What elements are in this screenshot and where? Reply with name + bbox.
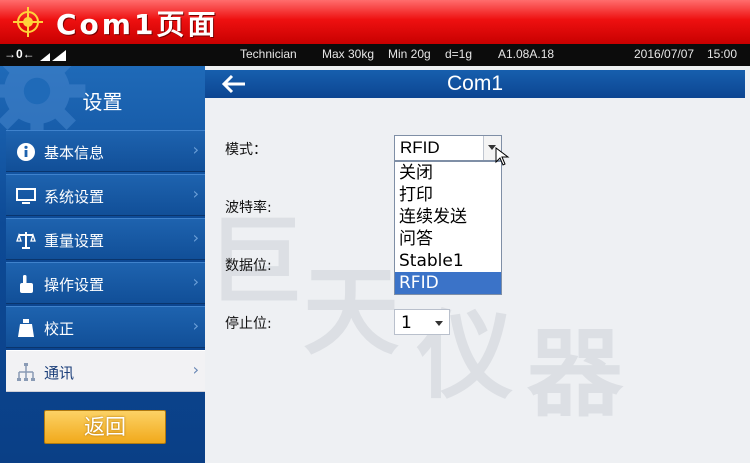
status-division: d=1g (445, 47, 473, 61)
sidebar-item-label: 重量设置 (44, 232, 105, 250)
sidebar-item-label: 通讯 (44, 364, 75, 382)
status-role: Technician (240, 47, 297, 61)
sidebar-item-calibration[interactable]: 校正 › (6, 306, 205, 348)
mode-select-value: RFID (400, 138, 440, 157)
banner-title: Com1页面 (56, 8, 219, 41)
sidebar-item-operation-settings[interactable]: 操作设置 › (6, 262, 205, 304)
stable-indicator-icon (40, 50, 66, 61)
sidebar-title: 设置 (82, 90, 123, 114)
baud-rate-label: 波特率: (225, 200, 272, 216)
watermark-char: 器 (527, 318, 623, 430)
status-date: 2016/07/07 (634, 47, 695, 61)
sidebar-item-label: 操作设置 (44, 276, 105, 294)
sidebar-item-label: 校正 (44, 320, 75, 338)
dropdown-option-stable1[interactable]: Stable1 (395, 250, 501, 272)
chevron-right-icon: › (192, 184, 199, 203)
stop-bits-value: 1 (401, 313, 412, 333)
monitor-icon (16, 188, 36, 204)
sidebar: 设置 基本信息 › 系统设置 › 重量设置 › 操作设置 › 校正 › 通讯 ›… (0, 66, 205, 463)
dropdown-option-off[interactable]: 关闭 (395, 162, 501, 184)
chevron-right-icon: › (192, 360, 199, 379)
status-time: 15:00 (707, 47, 738, 61)
crosshair-target-icon (13, 7, 43, 37)
sidebar-item-label: 系统设置 (44, 188, 105, 206)
sidebar-item-weight-settings[interactable]: 重量设置 › (6, 218, 205, 260)
chevron-right-icon: › (192, 228, 199, 247)
sidebar-item-system-settings[interactable]: 系统设置 › (6, 174, 205, 216)
chevron-down-icon (435, 321, 443, 326)
watermark-char: 仪 (417, 300, 513, 412)
dropdown-option-rfid[interactable]: RFID (395, 272, 501, 294)
status-version: A1.08A.18 (498, 47, 555, 61)
calibration-weight-icon (18, 319, 34, 337)
main-panel: Com1 巨 天 仪 器 模式： 波特率: 数据位: 停止位: 1 RFID 关… (205, 66, 750, 463)
top-banner: Com1页面 (0, 0, 750, 44)
zero-indicator: →0← (4, 47, 35, 61)
status-min-capacity: Min 20g (388, 47, 431, 61)
mode-dropdown-list: 关闭 打印 连续发送 问答 Stable1 RFID (394, 161, 502, 295)
page-title: Com1 (446, 72, 504, 95)
watermark-char: 天 (303, 256, 399, 368)
mouse-cursor-icon (495, 147, 510, 166)
stop-bits-label: 停止位: (225, 316, 272, 332)
dropdown-option-query-answer[interactable]: 问答 (395, 228, 501, 250)
data-bits-label: 数据位: (225, 258, 272, 274)
sidebar-item-label: 基本信息 (44, 144, 105, 162)
sidebar-item-basic-info[interactable]: 基本信息 › (6, 130, 205, 172)
mode-select[interactable]: RFID (394, 135, 502, 161)
status-max-capacity: Max 30kg (322, 47, 375, 61)
hand-pointer-icon (20, 275, 33, 293)
info-icon (17, 143, 35, 161)
back-button[interactable]: 返回 (44, 410, 166, 444)
chevron-right-icon: › (192, 316, 199, 335)
stop-bits-select[interactable]: 1 (394, 309, 450, 335)
dropdown-option-continuous-send[interactable]: 连续发送 (395, 206, 501, 228)
chevron-right-icon: › (192, 272, 199, 291)
dropdown-option-print[interactable]: 打印 (395, 184, 501, 206)
status-bar: →0← Technician Max 30kg Min 20g d=1g A1.… (0, 44, 750, 66)
page-header: Com1 (205, 70, 745, 98)
network-icon (17, 363, 35, 381)
chevron-right-icon: › (192, 140, 199, 159)
balance-scale-icon (16, 232, 36, 249)
mode-label: 模式： (225, 142, 267, 158)
sidebar-item-communication[interactable]: 通讯 › (6, 350, 205, 392)
